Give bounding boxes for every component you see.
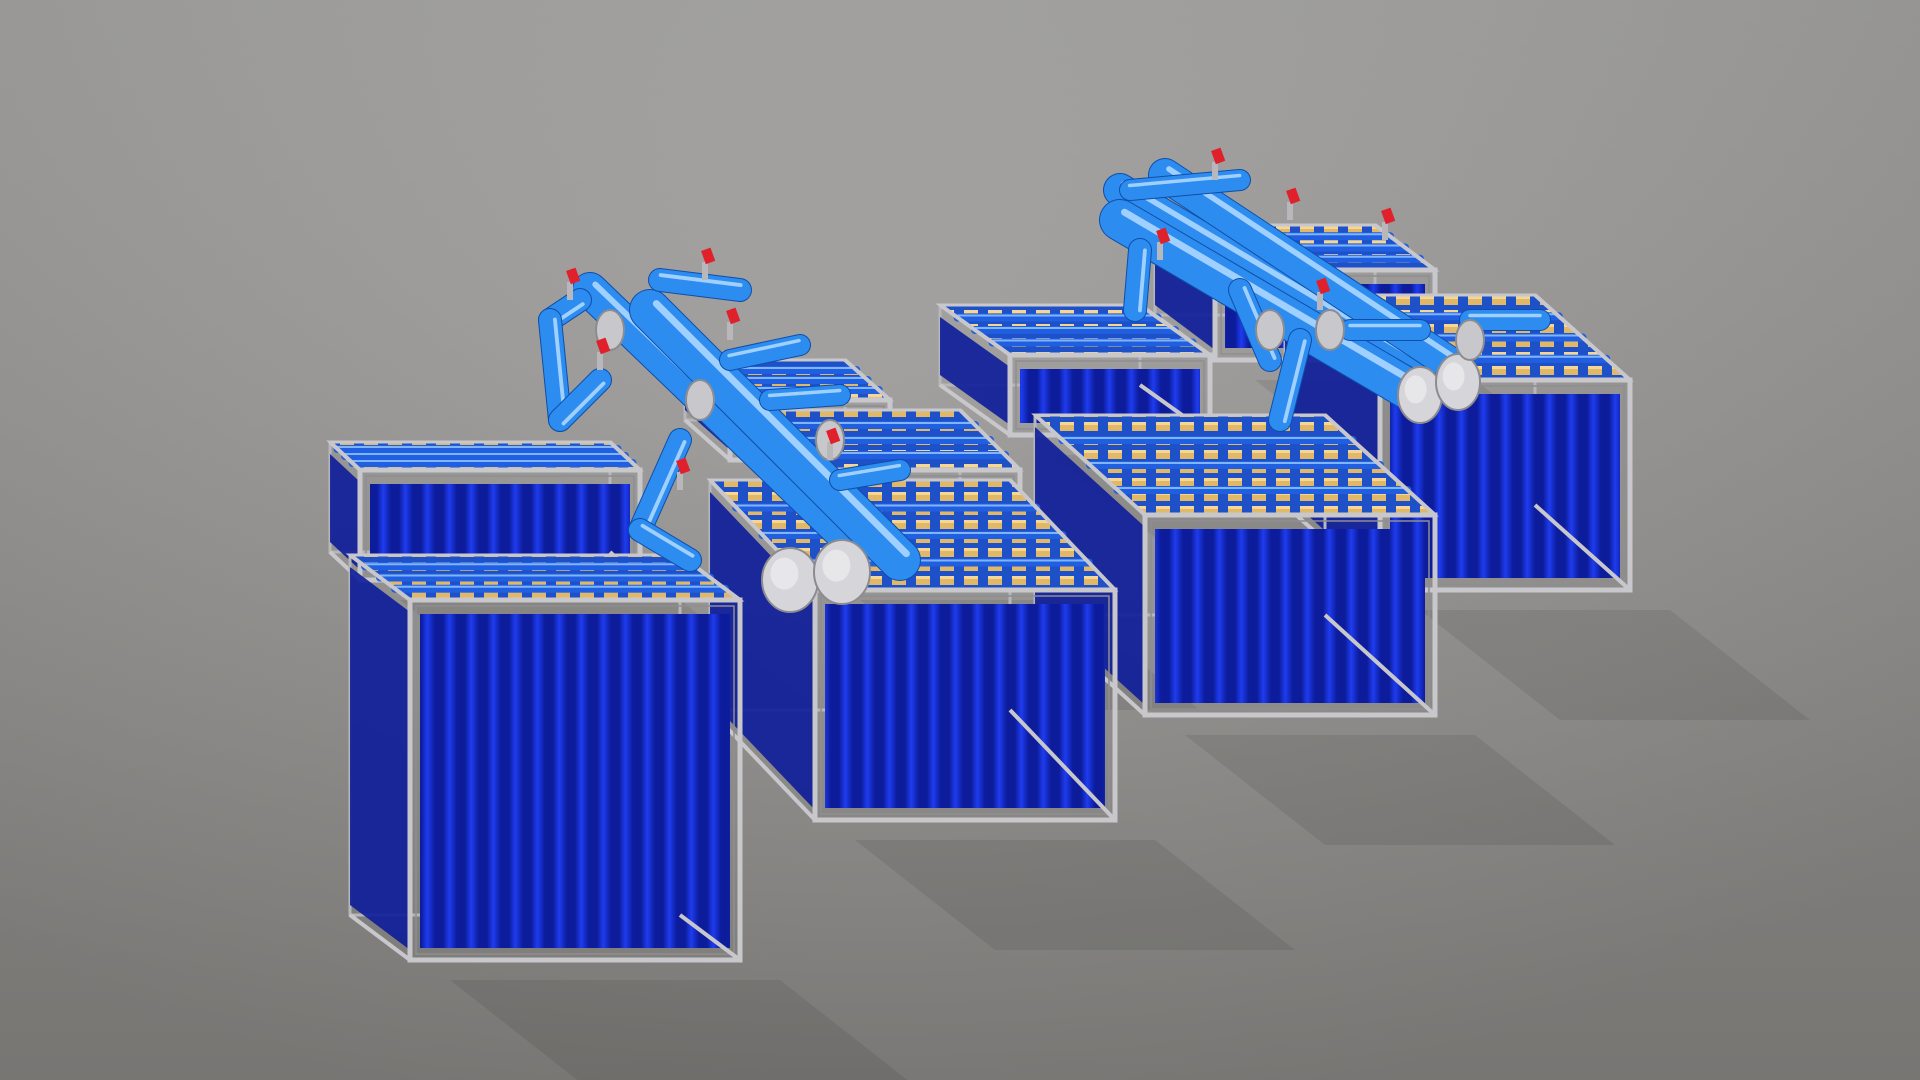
cap-shine — [1404, 375, 1427, 404]
valve-stem — [727, 322, 733, 340]
pipe — [759, 384, 851, 411]
valve-stem — [1157, 242, 1163, 260]
membrane-module — [345, 553, 745, 963]
pipe — [1459, 309, 1551, 331]
membrane-module-scene — [0, 0, 1920, 1080]
valve-stem — [1382, 222, 1388, 240]
pipe-flange — [1315, 309, 1345, 351]
valve-stem — [1317, 292, 1323, 310]
pipe-end-cap — [761, 547, 819, 613]
pipe-end-cap — [1397, 366, 1443, 424]
membrane-front — [420, 614, 730, 948]
valve-stem — [1287, 202, 1293, 220]
pipe — [1339, 319, 1431, 341]
pipe-end-cap — [813, 539, 871, 605]
pipe — [648, 268, 752, 302]
pipe — [1119, 169, 1251, 201]
cap-shine — [1442, 362, 1465, 391]
membrane-front — [1155, 529, 1425, 703]
pipe-end-cap — [1435, 353, 1481, 411]
membrane-side — [350, 567, 410, 950]
valve-stem — [702, 262, 708, 280]
valve-stem — [567, 282, 573, 300]
pipe — [829, 459, 911, 491]
valve-stem — [597, 352, 603, 370]
cap-shine — [770, 557, 799, 590]
pipe-flange — [685, 379, 715, 421]
membrane-front — [825, 604, 1105, 808]
valve-stem — [677, 472, 683, 490]
pipe-flange — [1255, 309, 1285, 351]
cap-shine — [822, 549, 851, 582]
valve-stem — [1212, 162, 1218, 180]
pipe — [1123, 238, 1152, 322]
viewport — [0, 0, 1920, 1080]
pipe-flange — [1455, 319, 1485, 361]
valve-stem — [827, 442, 833, 460]
